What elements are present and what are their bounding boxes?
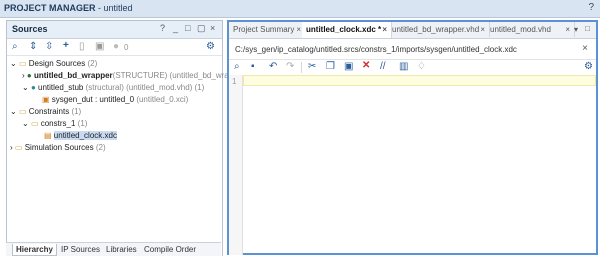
help-icon[interactable]: ? <box>160 23 165 33</box>
line-number-gutter <box>229 75 243 255</box>
redo-icon[interactable]: ↷ <box>286 61 294 73</box>
add-sources-icon[interactable]: + <box>63 40 69 52</box>
tree-item-stub[interactable]: ⌄ ● untitled_stub (structural) (untitled… <box>22 83 204 93</box>
tab-untitled-clock-xdc[interactable]: untitled_clock.xdc * × <box>302 22 392 38</box>
sources-header: Sources ? _ □ ▢ × <box>7 21 222 39</box>
lightbulb-icon[interactable]: ♢ <box>417 61 426 73</box>
chevron-down-icon[interactable]: ⌄ <box>10 107 17 116</box>
editor-toolbar: ⌕ ▪ ↶ ↷ ✂ ❐ ▣ ✕ // ▥ ♢ ⚙ <box>229 59 596 76</box>
status-dot-icon: ● <box>113 41 120 52</box>
save-icon[interactable]: ▪ <box>251 61 255 73</box>
editor-panel: Project Summary × untitled_clock.xdc * × u… <box>227 20 598 255</box>
undo-icon[interactable]: ↶ <box>269 61 277 73</box>
close-icon[interactable]: × <box>210 23 215 33</box>
file-icon[interactable]: ▯ <box>79 41 85 53</box>
folder-icon: ▭ <box>18 107 27 116</box>
tab-untitled-mod[interactable]: untitled_mod.vhd × <box>486 22 575 37</box>
chevron-down-icon[interactable]: ⌄ <box>10 59 17 68</box>
cut-icon[interactable]: ✂ <box>308 61 316 73</box>
file-path: C:/sys_gen/ip_catalog/untitled.srcs/cons… <box>235 45 517 54</box>
editor-tab-bar: Project Summary × untitled_clock.xdc * × u… <box>229 22 596 39</box>
paste-icon[interactable]: ▣ <box>344 61 353 73</box>
tab-untitled-bd-wrapper[interactable]: untitled_bd_wrapper.vhd × <box>388 22 490 37</box>
tree-item-xdc-file[interactable]: ▤ untitled_clock.xdc <box>44 131 117 141</box>
close-icon[interactable]: × <box>582 43 588 54</box>
selected-file-label[interactable]: untitled_clock.xdc <box>53 131 117 140</box>
tab-overflow-icon[interactable]: ▾ <box>574 25 578 34</box>
ip-core-icon: ▣ <box>42 95 50 104</box>
properties-icon[interactable]: ▣ <box>95 41 104 53</box>
minimize-icon[interactable]: _ <box>173 23 178 33</box>
xdc-file-icon: ▤ <box>44 131 52 140</box>
tab-libraries[interactable]: Libraries <box>103 244 140 255</box>
expand-all-icon[interactable]: ⇳ <box>45 41 53 53</box>
chevron-right-icon[interactable]: › <box>22 71 25 80</box>
tab-close-icon[interactable]: × <box>296 22 301 37</box>
line-number: 1 <box>232 77 237 86</box>
help-icon[interactable]: ? <box>588 2 594 13</box>
chevron-down-icon[interactable]: ⌄ <box>22 83 29 92</box>
status-count: 0 <box>124 43 129 52</box>
sources-panel: Sources ? _ □ ▢ × ⌕ ⇕ ⇳ + ▯ ▣ ● 0 ⚙ ⌄ ▭ … <box>6 20 242 256</box>
tab-ip-sources[interactable]: IP Sources <box>58 244 103 255</box>
tree-item-simulation-sources[interactable]: › ▭ Simulation Sources (2) <box>10 143 106 153</box>
restore-icon[interactable]: □ <box>585 24 590 33</box>
folder-icon: ▭ <box>30 119 39 128</box>
search-icon[interactable]: ⌕ <box>234 61 240 73</box>
tree-item-constrs-1[interactable]: ⌄ ▭ constrs_1 (1) <box>22 119 87 129</box>
tab-project-summary[interactable]: Project Summary × <box>229 22 306 37</box>
hierarchy-icon: ● <box>26 71 32 80</box>
tree-item-design-sources[interactable]: ⌄ ▭ Design Sources (2) <box>10 59 97 69</box>
collapse-all-icon[interactable]: ⇕ <box>29 41 37 53</box>
module-icon: ● <box>30 83 36 92</box>
comment-icon[interactable]: // <box>380 61 386 73</box>
sources-bottom-tabs: Hierarchy IP Sources Libraries Compile O… <box>6 242 221 256</box>
current-line-highlight[interactable] <box>243 75 596 86</box>
tab-hierarchy[interactable]: Hierarchy <box>12 244 57 256</box>
title-bar: PROJECT MANAGER - untitled ? <box>0 0 600 18</box>
folder-icon: ▭ <box>14 143 23 152</box>
gear-icon[interactable]: ⚙ <box>584 61 593 73</box>
folder-icon: ▭ <box>18 59 27 68</box>
gear-icon[interactable]: ⚙ <box>206 41 215 53</box>
tab-close-icon[interactable]: × <box>480 22 485 37</box>
maximize-icon[interactable]: ▢ <box>197 23 206 34</box>
delete-icon[interactable]: ✕ <box>362 60 370 72</box>
chevron-right-icon[interactable]: › <box>10 143 13 152</box>
copy-icon[interactable]: ❐ <box>326 61 335 73</box>
tree-item-constraints[interactable]: ⌄ ▭ Constraints (1) <box>10 107 81 117</box>
sources-title: Sources <box>12 24 48 34</box>
restore-icon[interactable]: □ <box>185 23 190 33</box>
search-icon[interactable]: ⌕ <box>12 41 18 53</box>
tab-compile-order[interactable]: Compile Order <box>141 244 199 255</box>
sources-toolbar: ⌕ ⇕ ⇳ + ▯ ▣ ● 0 ⚙ <box>7 39 222 56</box>
tab-close-icon[interactable]: × <box>382 22 387 37</box>
columns-icon[interactable]: ▥ <box>399 61 408 73</box>
window-title: PROJECT MANAGER - untitled <box>4 3 133 13</box>
tree-item-bd-wrapper[interactable]: › ● untitled_bd_wrapper(STRUCTURE) (unti… <box>22 71 242 81</box>
chevron-down-icon[interactable]: ⌄ <box>22 119 29 128</box>
tree-item-sysgen-dut[interactable]: ▣ sysgen_dut : untitled_0 (untitled_0.xc… <box>42 95 188 105</box>
tab-close-icon[interactable]: × <box>565 22 570 37</box>
